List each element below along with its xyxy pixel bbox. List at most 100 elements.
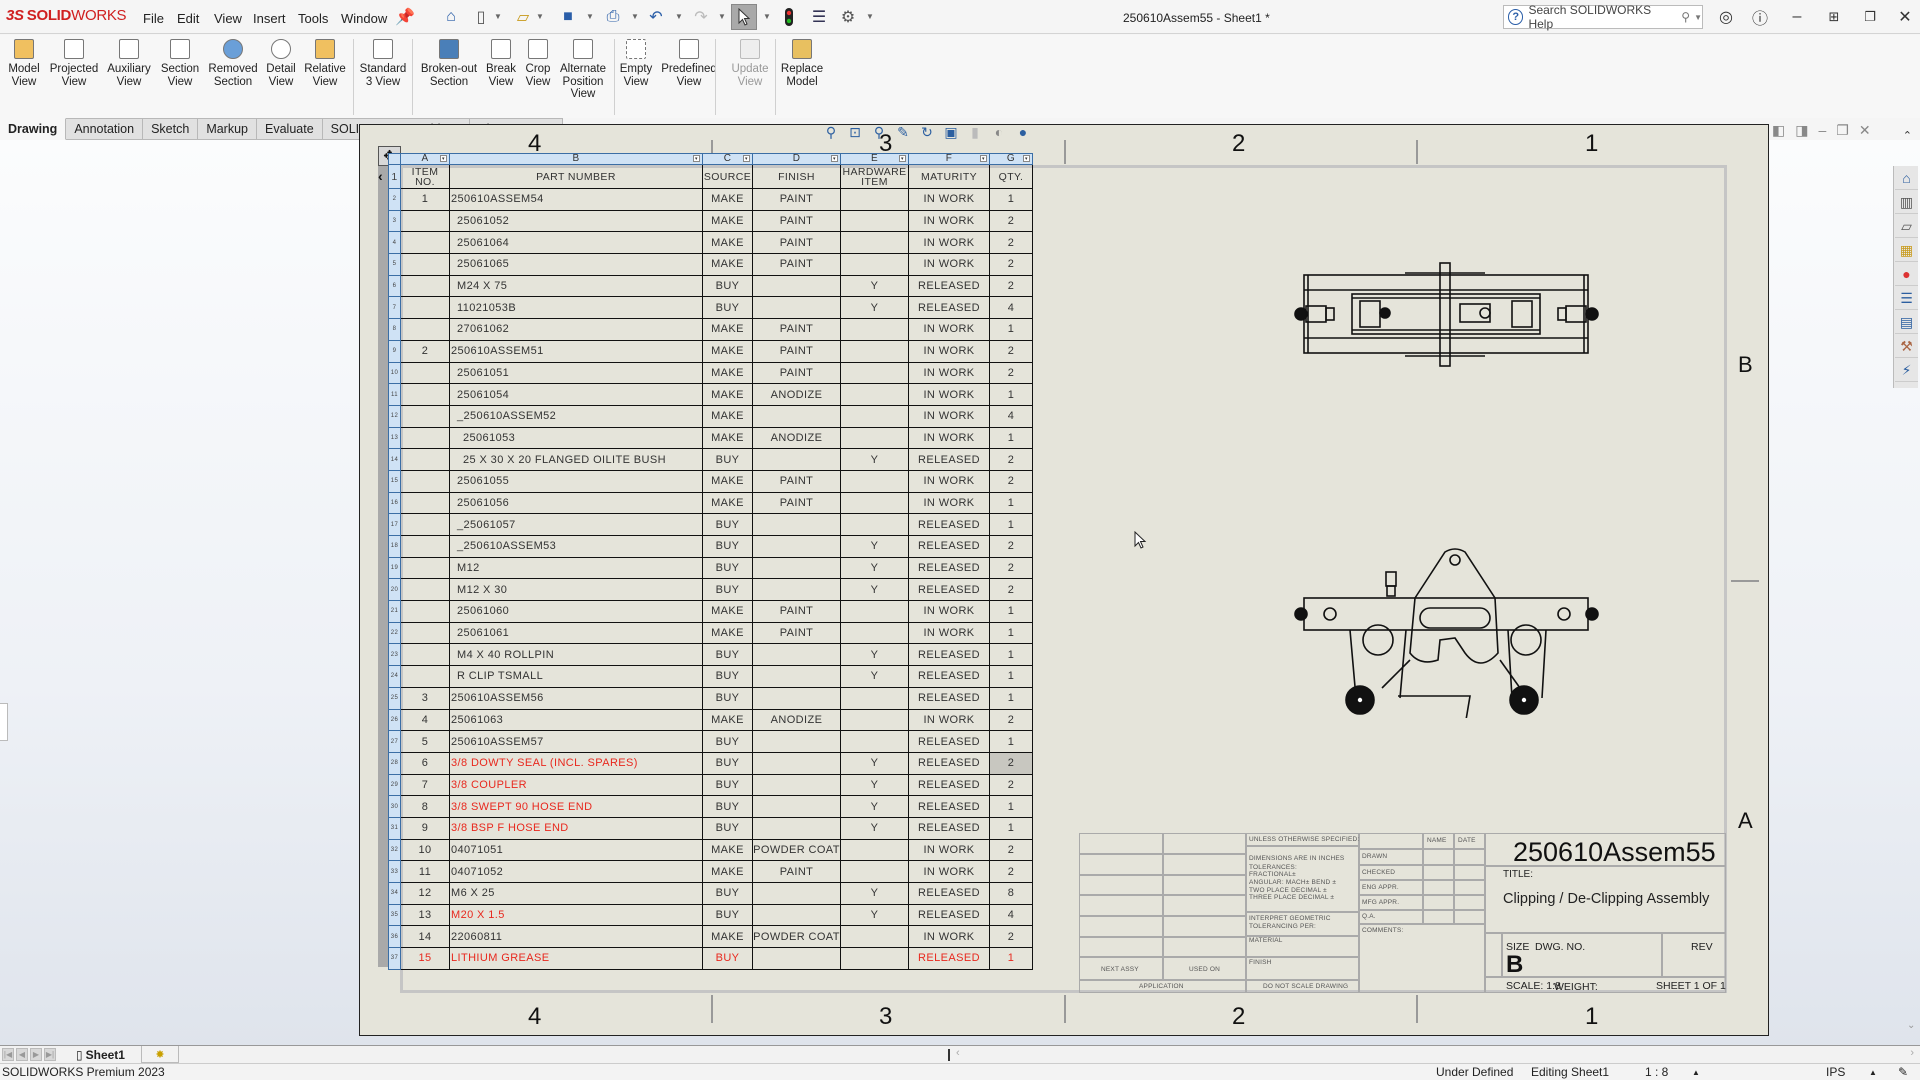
finish-cell[interactable]: PAINT bbox=[752, 469, 841, 493]
hardware-item-cell[interactable] bbox=[840, 621, 909, 645]
row-number[interactable]: 19 bbox=[388, 556, 401, 580]
hardware-item-cell[interactable]: Y bbox=[840, 795, 909, 818]
table-row[interactable]: 14 25 X 30 X 20 FLANGED OILITE BUSH BUY Y RE… bbox=[388, 448, 1033, 471]
hardware-item-cell[interactable]: Y bbox=[840, 448, 909, 471]
quantity-cell[interactable]: 2 bbox=[989, 253, 1033, 276]
detail-view-button[interactable]: Detail View bbox=[264, 39, 298, 88]
maturity-cell[interactable]: IN WORK bbox=[908, 361, 990, 385]
sheet-close-icon[interactable]: ✕ bbox=[1859, 122, 1871, 139]
view-setting-icon[interactable]: ◐ bbox=[990, 123, 1008, 141]
item-number-cell[interactable]: 7 bbox=[400, 773, 450, 797]
solidworks-logo[interactable]: 3S SOLIDWORKS bbox=[6, 7, 127, 24]
menu-window[interactable]: Window bbox=[341, 11, 387, 26]
row-number[interactable]: 15 bbox=[388, 469, 401, 493]
quantity-cell[interactable]: 2 bbox=[989, 274, 1033, 298]
part-number-cell[interactable]: M4 X 40 ROLLPIN bbox=[449, 643, 703, 667]
part-number-cell[interactable]: 25061054 bbox=[449, 383, 703, 406]
maturity-cell[interactable]: RELEASED bbox=[908, 686, 990, 710]
quantity-cell[interactable]: 2 bbox=[989, 860, 1033, 883]
maturity-cell[interactable]: IN WORK bbox=[908, 491, 990, 515]
maturity-cell[interactable]: RELEASED bbox=[908, 556, 990, 580]
row-number[interactable]: 29 bbox=[388, 773, 401, 797]
item-number-cell[interactable]: 1 bbox=[400, 188, 450, 211]
finish-cell[interactable] bbox=[752, 903, 841, 927]
table-row[interactable]: 27 5 250610ASSEM57 BUY RELEASED 1 bbox=[388, 730, 1033, 753]
item-number-cell[interactable] bbox=[400, 491, 450, 515]
sheet-scale-status[interactable]: 1 : 8 bbox=[1645, 1065, 1668, 1079]
source-cell[interactable]: BUY bbox=[702, 882, 753, 905]
quantity-cell[interactable]: 2 bbox=[989, 556, 1033, 580]
item-number-cell[interactable]: 9 bbox=[400, 816, 450, 840]
new-dropdown-icon[interactable]: ▼ bbox=[494, 12, 502, 21]
item-number-cell[interactable]: 5 bbox=[400, 730, 450, 753]
hardware-item-cell[interactable] bbox=[840, 253, 909, 276]
item-number-cell[interactable] bbox=[400, 426, 450, 450]
table-row[interactable]: 29 7 3/8 COUPLER BUY Y RELEASED 2 bbox=[388, 773, 1033, 797]
item-number-cell[interactable]: 3 bbox=[400, 686, 450, 710]
row-number[interactable]: 3 bbox=[388, 209, 401, 233]
source-cell[interactable]: MAKE bbox=[702, 469, 753, 493]
part-number-cell[interactable]: 25061056 bbox=[449, 491, 703, 515]
finish-cell[interactable]: ANODIZE bbox=[752, 426, 841, 450]
hardware-item-cell[interactable] bbox=[840, 600, 909, 623]
row-number[interactable]: 18 bbox=[388, 535, 401, 558]
quantity-cell[interactable]: 1 bbox=[989, 426, 1033, 450]
tile-windows-icon[interactable]: ⊞ bbox=[1822, 6, 1846, 28]
menu-view[interactable]: View bbox=[214, 11, 242, 26]
row-number[interactable]: 23 bbox=[388, 643, 401, 667]
finish-cell[interactable]: PAINT bbox=[752, 253, 841, 276]
row-number[interactable]: 16 bbox=[388, 491, 401, 515]
add-sheet-button[interactable]: ✸ bbox=[141, 1046, 179, 1063]
tab-sketch[interactable]: Sketch bbox=[143, 118, 199, 140]
finish-cell[interactable]: PAINT bbox=[752, 621, 841, 645]
row-number[interactable]: 10 bbox=[388, 361, 401, 385]
hardware-item-cell[interactable]: Y bbox=[840, 903, 909, 927]
removed-section-button[interactable]: Removed Section bbox=[207, 39, 259, 88]
hardware-item-cell[interactable] bbox=[840, 318, 909, 341]
finish-cell[interactable]: ANODIZE bbox=[752, 708, 841, 732]
display-style-icon[interactable]: ▣ bbox=[942, 123, 960, 141]
hardware-item-cell[interactable]: Y bbox=[840, 643, 909, 667]
maturity-cell[interactable]: IN WORK bbox=[908, 600, 990, 623]
sheet-minimize-icon[interactable]: – bbox=[1818, 122, 1826, 139]
hardware-item-cell[interactable] bbox=[840, 925, 909, 949]
part-number-cell[interactable]: 04071051 bbox=[449, 838, 703, 862]
quantity-cell[interactable]: 2 bbox=[989, 535, 1033, 558]
column-dropdown-icon[interactable]: ▾ bbox=[980, 155, 987, 162]
table-row[interactable]: 35 13 M20 X 1.5 BUY Y RELEASED 4 bbox=[388, 903, 1033, 927]
table-row[interactable]: 23 M4 X 40 ROLLPIN BUY Y RELEASED 1 bbox=[388, 643, 1033, 667]
quantity-cell[interactable]: 2 bbox=[989, 708, 1033, 732]
table-row[interactable]: 12 _250610ASSEM52 MAKE IN WORK 4 bbox=[388, 404, 1033, 428]
quantity-cell[interactable]: 2 bbox=[989, 209, 1033, 233]
source-cell[interactable]: MAKE bbox=[702, 925, 753, 949]
options-dropdown-icon[interactable]: ▼ bbox=[866, 12, 874, 21]
finish-cell[interactable] bbox=[752, 947, 841, 970]
item-number-cell[interactable]: 15 bbox=[400, 947, 450, 970]
part-number-cell[interactable]: 25061065 bbox=[449, 253, 703, 276]
quantity-cell[interactable]: 1 bbox=[989, 188, 1033, 211]
hardware-item-cell[interactable] bbox=[840, 404, 909, 428]
source-cell[interactable]: BUY bbox=[702, 816, 753, 840]
part-number-cell[interactable]: 25061064 bbox=[449, 231, 703, 255]
column-dropdown-icon[interactable]: ▾ bbox=[1023, 155, 1030, 162]
open-dropdown-icon[interactable]: ▼ bbox=[536, 12, 544, 21]
part-number-cell[interactable]: M6 X 25 bbox=[449, 882, 703, 905]
table-row[interactable]: 8 27061062 MAKE PAINT IN WORK 1 bbox=[388, 318, 1033, 341]
finish-cell[interactable] bbox=[752, 448, 841, 471]
part-number-cell[interactable]: 25061061 bbox=[449, 621, 703, 645]
source-cell[interactable]: BUY bbox=[702, 751, 753, 775]
table-row[interactable]: 22 25061061 MAKE PAINT IN WORK 1 bbox=[388, 621, 1033, 645]
quantity-cell[interactable]: 1 bbox=[989, 947, 1033, 970]
quantity-cell[interactable]: 2 bbox=[989, 773, 1033, 797]
column-header[interactable]: QTY. bbox=[989, 164, 1033, 189]
relative-view-button[interactable]: Relative View bbox=[302, 39, 348, 88]
tab-annotation[interactable]: Annotation bbox=[66, 118, 144, 140]
menu-insert[interactable]: Insert bbox=[253, 11, 286, 26]
tab-drawing[interactable]: Drawing bbox=[0, 118, 67, 140]
hardware-item-cell[interactable] bbox=[840, 469, 909, 493]
hardware-item-cell[interactable]: Y bbox=[840, 751, 909, 775]
redo-icon[interactable]: ↷ bbox=[690, 6, 712, 28]
hardware-item-cell[interactable] bbox=[840, 383, 909, 406]
item-number-cell[interactable]: 10 bbox=[400, 838, 450, 862]
prev-window-icon[interactable]: ◧ bbox=[1772, 122, 1785, 139]
